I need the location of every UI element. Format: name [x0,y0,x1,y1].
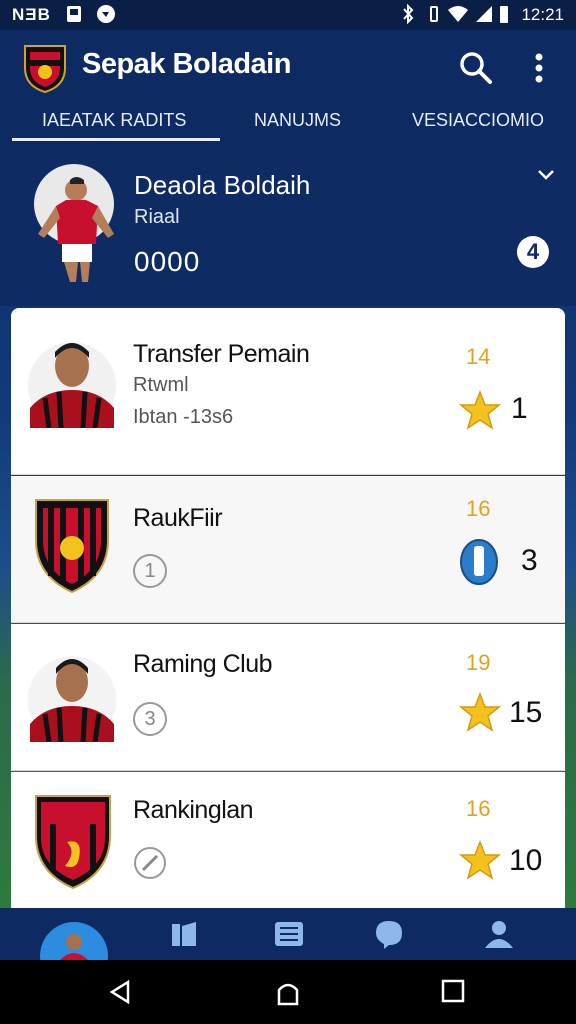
status-bar: NƎB 12:21 [0,0,576,30]
recents-icon[interactable] [440,978,466,1004]
club-crest [35,795,111,890]
bluetooth-icon [403,4,414,24]
sync-icon [97,5,115,23]
profile-icon[interactable] [482,918,516,950]
list-item-raming-club[interactable]: Raming Club 3 19 15 [11,624,565,771]
more-vert-icon[interactable] [525,50,553,86]
profile-subtitle: Riaal [134,206,180,228]
card-rank: 19 [466,650,491,675]
profile-badge: 4 [517,236,549,268]
back-icon[interactable] [106,978,134,1006]
card-circle-number: 3 [133,702,167,736]
status-left-text: NƎB [12,5,51,24]
card-rank: 16 [466,496,491,521]
search-icon[interactable] [458,50,494,86]
card-line1: Rtwml [133,374,189,396]
star-icon [459,840,501,880]
app-title: Sepak Boladain [82,48,291,80]
card-line2: Ibtan -13s6 [133,406,234,428]
card-value: 1 [511,392,528,425]
active-tab-indicator [12,138,220,141]
club-crest [35,499,109,594]
player-photo [34,164,114,282]
shield-badge-icon [460,539,498,585]
card-rank: 14 [466,344,491,369]
player-portrait [28,656,116,742]
card-value: 10 [509,844,543,877]
stats-icon[interactable] [168,918,202,950]
signal-icon [476,6,492,22]
edit-icon[interactable] [133,846,167,880]
tab-rankings[interactable]: IAEATAK RADITS [42,110,186,131]
list-item-rankinglan[interactable]: Rankinglan 16 10 [11,772,565,909]
bottom-navigation [0,908,576,960]
home-icon[interactable] [274,978,302,1006]
profile-header[interactable]: Deaola Boldaih Riaal 0000 4 [0,142,576,306]
star-icon [459,692,501,732]
tab-selection[interactable]: VESIACCIOMIO [412,110,544,131]
card-title: Rankinglan [133,796,254,824]
card-title: Transfer Pemain [133,340,310,368]
chat-icon[interactable] [372,918,406,950]
list-item-raukfiir[interactable]: RaukFiir 1 16 3 [11,476,565,623]
vibrate-icon [430,6,438,22]
card-value: 15 [509,696,543,729]
card-title: Raming Club [133,650,273,678]
home-avatar-icon[interactable] [38,920,110,960]
card-circle-number: 1 [133,554,167,588]
list-item-transfer[interactable]: Transfer Pemain Rtwml Ibtan -13s6 14 1 [11,308,565,475]
card-value: 3 [521,544,538,577]
card-rank: 16 [466,796,491,821]
profile-number: 0000 [134,246,201,277]
card-title: RaukFiir [133,504,223,532]
news-icon[interactable] [272,918,306,950]
system-navigation-bar [0,960,576,1024]
wifi-icon [448,6,468,22]
battery-icon [500,6,508,23]
photo-icon [67,6,81,22]
star-icon [459,390,501,430]
player-portrait [28,342,116,428]
tab-news[interactable]: NANUJMS [254,110,341,131]
app-bar: Sepak Boladain IAEATAK RADITS NANUJMS VE… [0,30,576,142]
profile-name: Deaola Boldaih [134,170,311,200]
status-time: 12:21 [521,5,564,24]
chevron-down-icon[interactable] [536,168,556,182]
club-logo [24,45,66,94]
